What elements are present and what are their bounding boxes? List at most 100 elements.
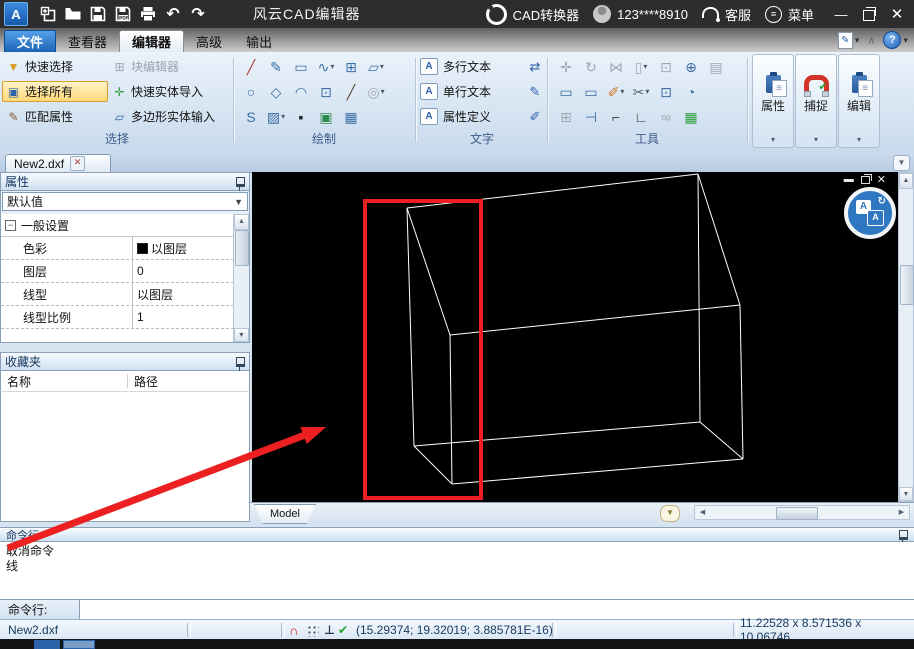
- line-icon[interactable]: ╱: [240, 56, 262, 78]
- pin-icon[interactable]: [236, 177, 245, 187]
- quick-edit-button[interactable]: ✎▾: [838, 32, 860, 49]
- scroll-up-icon[interactable]: ▲: [899, 173, 913, 189]
- polygon-entity-input-button[interactable]: ▱多边形实体输入: [108, 106, 230, 127]
- grid-toggle-icon[interactable]: [306, 620, 319, 640]
- erase-icon[interactable]: ✐▾: [605, 81, 627, 103]
- favorites-panel-header[interactable]: 收藏夹: [0, 352, 250, 371]
- polyline-icon[interactable]: ∿▾: [315, 56, 337, 78]
- drawing-canvas[interactable]: ▬ ✕ A A ↻: [252, 172, 898, 502]
- model-tab[interactable]: Model: [254, 504, 316, 524]
- open-folder-icon[interactable]: [61, 4, 85, 24]
- column-name[interactable]: 名称: [1, 374, 128, 388]
- pin-icon[interactable]: [236, 357, 245, 367]
- menu-icon[interactable]: ≡: [765, 6, 782, 23]
- property-row[interactable]: 线型以图层: [1, 283, 249, 306]
- help-button[interactable]: ?▾: [883, 31, 908, 49]
- command-history[interactable]: 取消命令 线: [0, 542, 914, 599]
- copy-object-icon[interactable]: ⊡: [655, 81, 677, 103]
- layout-chevron-button[interactable]: ▼: [660, 505, 680, 522]
- pin-icon[interactable]: [899, 530, 908, 540]
- spline-icon[interactable]: S: [240, 106, 262, 128]
- horizontal-scrollbar[interactable]: ◀ ▶: [694, 505, 910, 520]
- table-icon[interactable]: ▦: [340, 106, 362, 128]
- account-label[interactable]: 123****8910: [617, 7, 688, 22]
- multiline-text-button[interactable]: A多行文本⇄: [420, 54, 544, 79]
- quick-entity-import-button[interactable]: ✛快速实体导入: [108, 81, 230, 102]
- command-panel-header[interactable]: 命令行: [0, 527, 914, 542]
- property-row[interactable]: 色彩以图层: [1, 237, 249, 260]
- circle-icon[interactable]: ○: [240, 81, 262, 103]
- fillet-icon[interactable]: ⌐: [605, 106, 627, 128]
- close-button[interactable]: ✕: [886, 4, 908, 24]
- cad-converter-icon[interactable]: [486, 4, 507, 25]
- favorites-list[interactable]: [0, 392, 250, 522]
- avatar[interactable]: [593, 5, 611, 23]
- edit-text-icon[interactable]: ✎: [526, 84, 544, 100]
- time-icon[interactable]: ◔: [680, 81, 702, 103]
- rectangle-icon[interactable]: ▭: [290, 56, 312, 78]
- edit-attribute-icon[interactable]: ✐: [526, 109, 544, 125]
- single-line-text-button[interactable]: A单行文本✎: [420, 79, 544, 104]
- block-page-icon[interactable]: ⊡: [315, 81, 337, 103]
- scroll-left-icon[interactable]: ◀: [695, 506, 710, 519]
- field-icon[interactable]: ⇄: [526, 59, 544, 75]
- collapse-ribbon-icon[interactable]: ∧: [867, 34, 875, 47]
- print-icon[interactable]: [136, 4, 160, 24]
- scroll-down-icon[interactable]: ▼: [234, 328, 249, 342]
- cad-converter-link[interactable]: CAD转换器: [513, 5, 579, 24]
- insert-block-icon[interactable]: ⊞: [340, 56, 362, 78]
- minimize-button[interactable]: —: [830, 4, 852, 24]
- scroll-thumb[interactable]: [776, 507, 818, 520]
- attribute-definition-button[interactable]: A属性定义✐: [420, 104, 544, 129]
- stretch-icon[interactable]: ⊣: [580, 106, 602, 128]
- properties-scrollbar[interactable]: ▲ ▼: [233, 214, 249, 342]
- ortho-toggle-icon[interactable]: ✔: [338, 620, 348, 640]
- tab-overflow-chevron[interactable]: ▼: [893, 155, 910, 171]
- match-properties-button[interactable]: ✎匹配属性: [2, 106, 108, 127]
- tab-advanced[interactable]: 高级: [184, 31, 234, 52]
- menu-link[interactable]: 菜单: [788, 5, 814, 24]
- document-tab[interactable]: New2.dxf ✕: [5, 154, 111, 172]
- sketch-icon[interactable]: ✎: [265, 56, 287, 78]
- tab-file[interactable]: 文件: [4, 30, 56, 52]
- hatch-icon[interactable]: ▨▾: [265, 106, 287, 128]
- zoom-previous-icon[interactable]: ▭: [580, 81, 602, 103]
- quick-select-button[interactable]: ▼快速选择: [2, 56, 108, 77]
- scroll-thumb[interactable]: [235, 230, 249, 266]
- edit-big-button[interactable]: 编辑 ▾: [838, 54, 880, 148]
- new-file-icon[interactable]: [36, 4, 60, 24]
- undo-icon[interactable]: ↶: [161, 4, 185, 24]
- scroll-down-icon[interactable]: ▼: [899, 487, 913, 501]
- scroll-thumb[interactable]: [900, 265, 914, 305]
- collapse-icon[interactable]: −: [5, 220, 16, 231]
- property-section[interactable]: − 一般设置: [1, 214, 249, 237]
- headset-icon[interactable]: [702, 7, 719, 18]
- translate-floating-button[interactable]: A A ↻: [844, 187, 896, 239]
- tab-output[interactable]: 输出: [234, 31, 284, 52]
- select-all-button[interactable]: ▣选择所有: [2, 81, 108, 102]
- scroll-right-icon[interactable]: ▶: [894, 506, 909, 519]
- save-icon[interactable]: [86, 4, 110, 24]
- property-row[interactable]: 图层0: [1, 260, 249, 283]
- vertical-scrollbar[interactable]: ▲ ▼: [898, 172, 914, 502]
- scroll-up-icon[interactable]: ▲: [234, 214, 249, 230]
- point-icon[interactable]: ▪: [290, 106, 312, 128]
- tab-viewer[interactable]: 查看器: [56, 31, 119, 52]
- viewport-close-icon[interactable]: ✕: [877, 175, 886, 185]
- chamfer-icon[interactable]: ∟: [630, 106, 652, 128]
- save-as-pdf-icon[interactable]: PDF: [111, 4, 135, 24]
- support-link[interactable]: 客服: [725, 5, 751, 24]
- ellipse-icon[interactable]: ◇: [265, 81, 287, 103]
- zoom-window-icon[interactable]: ▭: [555, 81, 577, 103]
- arc-icon[interactable]: ◠: [290, 81, 312, 103]
- preset-dropdown[interactable]: 默认值 ▼: [2, 192, 248, 211]
- column-path[interactable]: 路径: [128, 373, 158, 390]
- image-icon[interactable]: ▣: [315, 106, 337, 128]
- polygon-icon[interactable]: ▱▾: [365, 56, 387, 78]
- properties-big-button[interactable]: 属性 ▾: [752, 54, 794, 148]
- construction-line-icon[interactable]: ╱: [340, 81, 362, 103]
- viewport-restore-icon[interactable]: [861, 176, 870, 184]
- viewport-minimize-icon[interactable]: ▬: [844, 175, 854, 185]
- maximize-button[interactable]: [858, 4, 880, 24]
- perpendicular-toggle-icon[interactable]: ⊥: [324, 620, 335, 640]
